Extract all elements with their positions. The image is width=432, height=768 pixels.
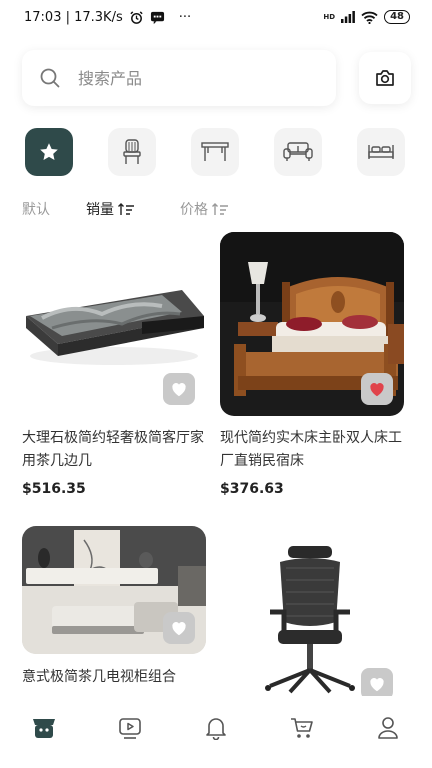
sort-tab-label: 价格	[180, 202, 208, 218]
nav-store[interactable]	[30, 714, 58, 742]
sort-order-icon	[212, 203, 228, 215]
cart-icon	[291, 718, 313, 738]
table-icon	[201, 142, 229, 161]
sort-tabs: 默认 销量 价格	[22, 199, 412, 221]
sort-tab-default[interactable]: 默认	[22, 199, 50, 219]
product-name: 意式极简茶几电视柜组合	[22, 669, 176, 685]
favorite-button[interactable]	[163, 373, 195, 405]
status-time: 17:03 | 17.3K/s	[24, 10, 123, 25]
alarm-icon	[130, 11, 143, 24]
heart-icon	[370, 678, 384, 692]
sort-tab-price[interactable]: 价格	[180, 199, 229, 219]
camera-icon	[376, 70, 394, 86]
signal-icon	[341, 11, 355, 23]
search-bar[interactable]	[22, 50, 336, 106]
search-input[interactable]	[78, 68, 308, 88]
sort-tab-label: 销量	[86, 202, 114, 218]
category-beds[interactable]	[357, 128, 405, 176]
favorite-button[interactable]	[361, 373, 393, 405]
sort-tab-sales[interactable]: 销量	[86, 199, 135, 219]
status-more: ···	[178, 10, 192, 25]
chair-icon	[123, 139, 141, 164]
category-chairs[interactable]	[108, 128, 156, 176]
product-price: $516.35	[22, 481, 86, 497]
profile-icon	[378, 717, 398, 739]
store-icon	[33, 719, 55, 738]
sofa-icon	[283, 142, 313, 161]
heart-icon	[172, 622, 186, 636]
product-card[interactable]: 意式极简茶几电视柜组合	[22, 526, 206, 696]
category-tables[interactable]	[191, 128, 239, 176]
nav-notifications[interactable]	[202, 714, 230, 742]
product-name: 现代简约实木床主卧双人床工厂直销民宿床	[220, 430, 402, 469]
sort-tab-label: 默认	[22, 202, 50, 218]
sort-order-icon	[118, 203, 134, 215]
category-bar	[25, 128, 409, 178]
nav-profile[interactable]	[374, 714, 402, 742]
category-sofas[interactable]	[274, 128, 322, 176]
status-bar: 17:03 | 17.3K/s ··· HD 48	[0, 0, 432, 38]
product-card[interactable]: 现代简约实木床主卧双人床工厂直销民宿床 $376.63	[220, 232, 404, 502]
category-favorites[interactable]	[25, 128, 73, 176]
product-name: 大理石极简约轻奢极简客厅家用茶几边几	[22, 430, 204, 469]
wifi-icon	[361, 11, 378, 24]
heart-icon	[370, 383, 384, 397]
product-card[interactable]	[220, 526, 404, 696]
camera-search-button[interactable]	[359, 52, 411, 104]
product-price: $376.63	[220, 481, 284, 497]
network-label: HD	[323, 13, 336, 21]
nav-cart[interactable]	[288, 714, 316, 742]
battery-indicator: 48	[384, 10, 410, 24]
video-icon	[119, 718, 141, 739]
search-icon	[40, 68, 60, 88]
message-icon	[150, 11, 164, 25]
heart-icon	[172, 383, 186, 397]
product-card[interactable]: 大理石极简约轻奢极简客厅家用茶几边几 $516.35	[22, 232, 206, 502]
favorite-button[interactable]	[163, 612, 195, 644]
nav-video[interactable]	[116, 714, 144, 742]
bottom-navigation	[0, 696, 432, 768]
favorite-button[interactable]	[361, 668, 393, 696]
bed-icon	[368, 145, 394, 159]
bell-icon	[206, 718, 226, 740]
star-icon	[40, 143, 58, 160]
